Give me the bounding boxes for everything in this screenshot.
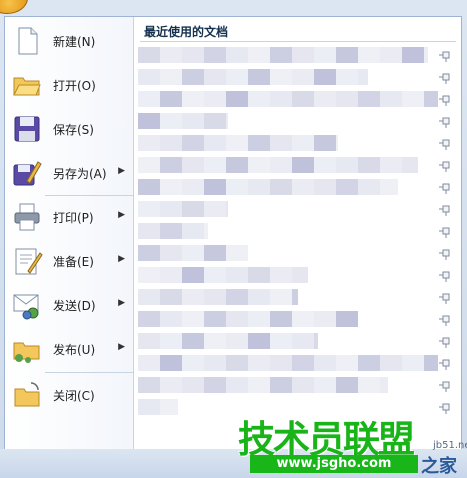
prepare-icon: [11, 245, 43, 277]
submenu-arrow-icon: ▶: [118, 210, 125, 220]
pin-icon[interactable]: [438, 312, 452, 326]
recent-document-item[interactable]: [138, 133, 456, 153]
menu-item-send-label: 发送(D): [53, 298, 96, 313]
recent-document-item[interactable]: [138, 265, 456, 285]
menu-item-save[interactable]: 保存(S): [7, 109, 131, 149]
menu-item-publish[interactable]: 发布(U) ▶: [7, 329, 131, 369]
pin-icon[interactable]: [438, 48, 452, 62]
recent-document-item[interactable]: [138, 353, 456, 373]
office-button-orb-icon[interactable]: [0, 0, 28, 14]
submenu-arrow-icon: ▶: [118, 254, 125, 264]
pin-icon[interactable]: [438, 246, 452, 260]
menu-item-prepare[interactable]: 准备(E) ▶: [7, 241, 131, 281]
menu-item-save-label: 保存(S): [53, 122, 94, 137]
save-floppy-icon: [11, 113, 43, 145]
menu-item-prepare-label: 准备(E): [53, 254, 94, 269]
submenu-arrow-icon: ▶: [118, 166, 125, 176]
menu-item-print[interactable]: 打印(P) ▶: [7, 197, 131, 237]
watermark-side-text: jb51.net: [433, 440, 467, 451]
recent-document-item[interactable]: [138, 89, 456, 109]
submenu-arrow-icon: ▶: [118, 298, 125, 308]
pin-icon[interactable]: [438, 92, 452, 106]
watermark-url: www.jsgho.com: [250, 455, 418, 473]
recent-document-item[interactable]: [138, 45, 456, 65]
office-menu: 新建(N) 打开(O) 保存(S) 另存为(A) ▶ 打印(P) ▶ 准备(E)…: [4, 16, 462, 450]
recent-document-item[interactable]: [138, 309, 456, 329]
publish-icon: [11, 333, 43, 365]
send-icon: [11, 289, 43, 321]
menu-divider: [45, 372, 133, 373]
menu-commands-column: 新建(N) 打开(O) 保存(S) 另存为(A) ▶ 打印(P) ▶ 准备(E)…: [5, 17, 134, 449]
recent-document-item[interactable]: [138, 287, 456, 307]
pin-icon[interactable]: [438, 202, 452, 216]
recent-document-item[interactable]: [138, 199, 456, 219]
pin-icon[interactable]: [438, 70, 452, 84]
pin-icon[interactable]: [438, 378, 452, 392]
pin-icon[interactable]: [438, 400, 452, 414]
menu-item-print-label: 打印(P): [53, 210, 94, 225]
pin-icon[interactable]: [438, 268, 452, 282]
menu-item-close[interactable]: 关闭(C): [7, 375, 131, 415]
recent-document-item[interactable]: [138, 177, 456, 197]
pin-icon[interactable]: [438, 224, 452, 238]
watermark-suffix: 之家: [421, 456, 457, 477]
menu-item-close-label: 关闭(C): [53, 388, 95, 403]
pin-icon[interactable]: [438, 180, 452, 194]
printer-icon: [11, 201, 43, 233]
recent-document-item[interactable]: [138, 243, 456, 263]
recent-documents-panel: 最近使用的文档: [134, 17, 461, 449]
recent-document-item[interactable]: [138, 331, 456, 351]
menu-item-new-label: 新建(N): [53, 34, 96, 49]
menu-item-send[interactable]: 发送(D) ▶: [7, 285, 131, 325]
menu-divider: [45, 195, 133, 196]
menu-item-saveas-label: 另存为(A): [53, 166, 107, 181]
pin-icon[interactable]: [438, 356, 452, 370]
pin-icon[interactable]: [438, 290, 452, 304]
office-menu-window: 新建(N) 打开(O) 保存(S) 另存为(A) ▶ 打印(P) ▶ 准备(E)…: [0, 0, 467, 478]
recent-title-divider: [140, 41, 456, 42]
new-document-icon: [11, 25, 43, 57]
menu-item-publish-label: 发布(U): [53, 342, 96, 357]
close-folder-icon: [11, 379, 43, 411]
menu-item-open[interactable]: 打开(O): [7, 65, 131, 105]
recent-document-item[interactable]: [138, 67, 456, 87]
recent-document-item[interactable]: [138, 375, 456, 395]
open-folder-icon: [11, 69, 43, 101]
pin-icon[interactable]: [438, 114, 452, 128]
pin-icon[interactable]: [438, 334, 452, 348]
save-as-icon: [11, 157, 43, 189]
submenu-arrow-icon: ▶: [118, 342, 125, 352]
menu-item-saveas[interactable]: 另存为(A) ▶: [7, 153, 131, 193]
recent-documents-title: 最近使用的文档: [144, 25, 229, 39]
pin-icon[interactable]: [438, 158, 452, 172]
recent-document-item[interactable]: [138, 111, 456, 131]
recent-document-item[interactable]: [138, 221, 456, 241]
menu-item-new[interactable]: 新建(N): [7, 21, 131, 61]
pin-icon[interactable]: [438, 136, 452, 150]
menu-item-open-label: 打开(O): [53, 78, 96, 93]
recent-document-item[interactable]: [138, 155, 456, 175]
